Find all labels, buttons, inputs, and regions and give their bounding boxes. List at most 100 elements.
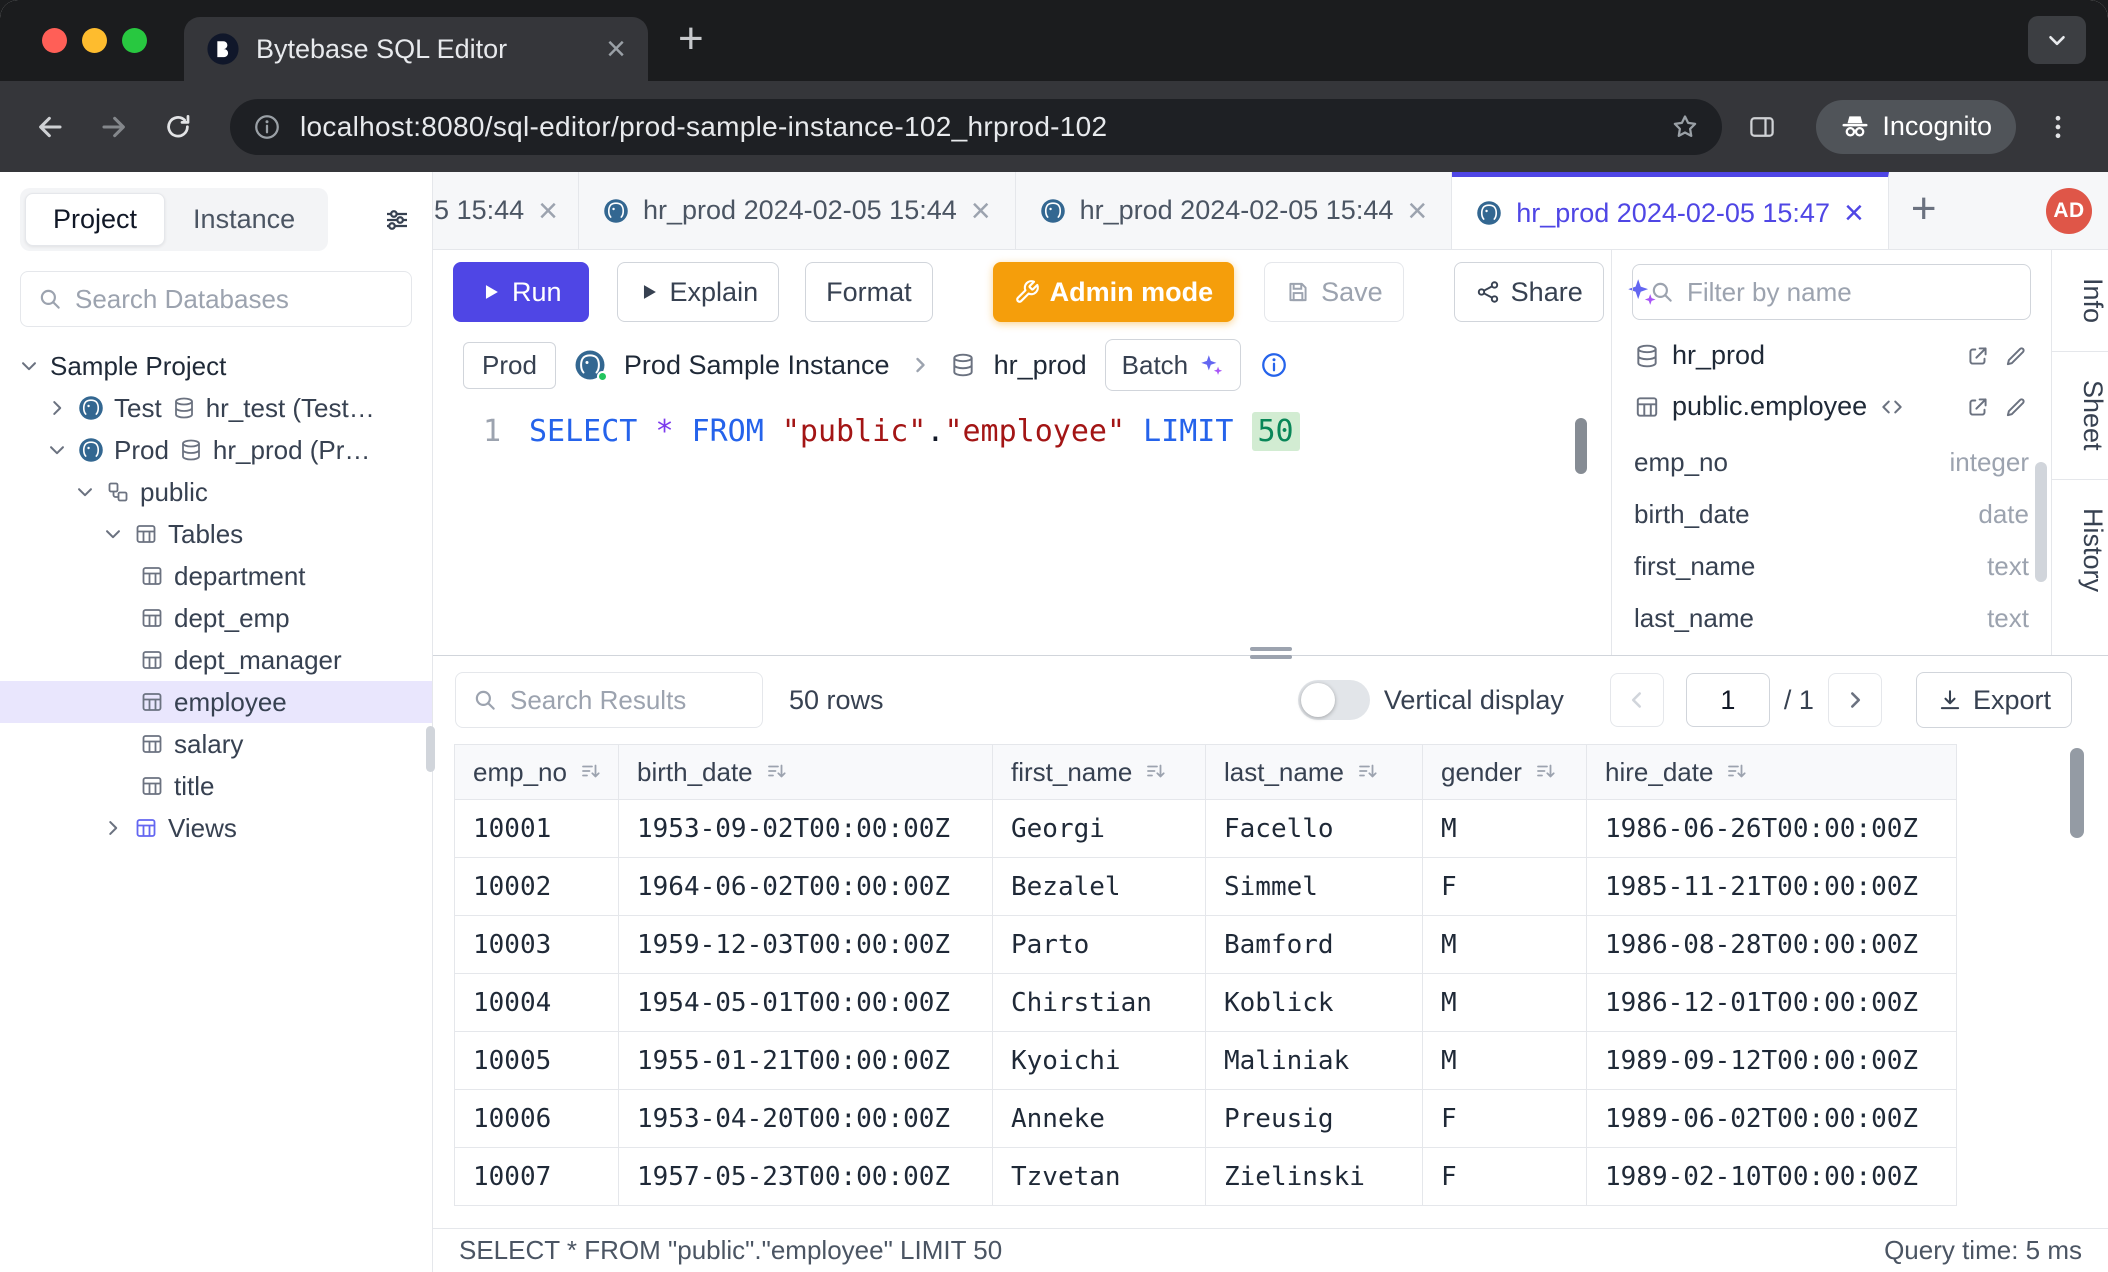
panel-filter[interactable] [1632, 264, 2031, 320]
panel-resize-handle[interactable] [1250, 647, 1292, 659]
vertical-display-toggle[interactable] [1298, 680, 1370, 720]
database-name[interactable]: hr_prod [994, 350, 1087, 381]
page-number-input[interactable] [1686, 673, 1770, 727]
tree-item-table-employee[interactable]: employee [0, 681, 432, 723]
save-button[interactable]: Save [1264, 262, 1404, 322]
results-search[interactable] [455, 672, 763, 728]
sql-editor[interactable]: 1 SELECT * FROM "public"."employee" LIMI… [433, 396, 1611, 655]
column-header-emp_no[interactable]: emp_no [455, 745, 619, 799]
table-row[interactable]: 100011953-09-02T00:00:00ZGeorgiFacelloM1… [455, 799, 1956, 857]
side-panel-button[interactable] [1736, 101, 1788, 153]
url-bar[interactable]: localhost:8080/sql-editor/prod-sample-in… [230, 99, 1722, 155]
column-header-birth_date[interactable]: birth_date [619, 745, 993, 799]
sheet-tab-1[interactable]: 5 15:44 × [433, 172, 579, 249]
forward-button[interactable] [88, 101, 140, 153]
window-close-button[interactable] [42, 28, 67, 53]
external-link-icon[interactable] [1965, 343, 1991, 369]
user-avatar[interactable]: AD [2046, 188, 2092, 234]
sort-icon[interactable] [765, 760, 789, 784]
tree-item-table-dept-manager[interactable]: dept_manager [0, 639, 432, 681]
next-page-button[interactable] [1828, 673, 1882, 727]
tab-search-button[interactable] [2028, 16, 2086, 64]
close-icon[interactable]: × [1407, 194, 1427, 228]
site-info-icon[interactable] [252, 112, 282, 142]
tree-item-tables[interactable]: Tables [0, 513, 432, 555]
table-row[interactable]: 100061953-04-20T00:00:00ZAnnekePreusigF1… [455, 1089, 1956, 1147]
column-header-gender[interactable]: gender [1423, 745, 1587, 799]
table-row[interactable]: 100041954-05-01T00:00:00ZChirstianKoblic… [455, 973, 1956, 1031]
close-icon[interactable]: × [538, 194, 558, 228]
sheet-tab-4-active[interactable]: hr_prod 2024-02-05 15:47 × [1452, 172, 1889, 249]
connection-info-icon[interactable] [1259, 350, 1289, 380]
edit-icon[interactable] [2003, 343, 2029, 369]
panel-column-row[interactable]: first_nametext [1634, 540, 2029, 592]
tree-item-views[interactable]: Views [0, 807, 432, 849]
panel-column-row[interactable]: last_nametext [1634, 592, 2029, 644]
rail-tab-history[interactable]: History [2052, 480, 2108, 620]
panel-table-row[interactable]: public.employee [1612, 381, 2051, 432]
share-button[interactable]: Share [1454, 262, 1604, 322]
environment-chip[interactable]: Prod [463, 342, 556, 389]
new-sheet-button[interactable]: + [1911, 184, 1937, 234]
sidebar-resize-handle[interactable] [426, 726, 435, 772]
results-search-input[interactable] [510, 685, 746, 716]
column-header-hire_date[interactable]: hire_date [1587, 745, 1958, 799]
browser-menu-button[interactable] [2032, 101, 2084, 153]
edit-icon[interactable] [2003, 394, 2029, 420]
prev-page-button[interactable] [1610, 673, 1664, 727]
table-row[interactable]: 100051955-01-21T00:00:00ZKyoichiMaliniak… [455, 1031, 1956, 1089]
rail-tab-info[interactable]: Info [2052, 250, 2108, 352]
admin-mode-button[interactable]: Admin mode [993, 262, 1235, 322]
rail-tab-sheet[interactable]: Sheet [2052, 352, 2108, 480]
database-search[interactable] [20, 271, 412, 327]
tree-item-schema-public[interactable]: public [0, 471, 432, 513]
back-button[interactable] [24, 101, 76, 153]
column-header-first_name[interactable]: first_name [993, 745, 1206, 799]
sort-icon[interactable] [1534, 760, 1558, 784]
tree-item-table-dept-emp[interactable]: dept_emp [0, 597, 432, 639]
sheet-tab-2[interactable]: hr_prod 2024-02-05 15:44 × [579, 172, 1016, 249]
instance-name[interactable]: Prod Sample Instance [624, 350, 890, 381]
tree-item-table-department[interactable]: department [0, 555, 432, 597]
explain-button[interactable]: Explain [617, 262, 780, 322]
filter-settings-icon[interactable] [382, 205, 412, 235]
table-row[interactable]: 100071957-05-23T00:00:00ZTzvetanZielinsk… [455, 1147, 1956, 1205]
close-icon[interactable]: × [971, 194, 991, 228]
table-row[interactable]: 100031959-12-03T00:00:00ZPartoBamfordM19… [455, 915, 1956, 973]
new-tab-button[interactable]: + [678, 14, 704, 64]
export-button[interactable]: Export [1916, 672, 2072, 728]
tree-item-project[interactable]: Sample Project [0, 345, 432, 387]
batch-button[interactable]: Batch [1105, 339, 1242, 391]
tree-item-table-salary[interactable]: salary [0, 723, 432, 765]
panel-column-row[interactable]: birth_datedate [1634, 488, 2029, 540]
code-icon[interactable] [1879, 394, 1905, 420]
sort-icon[interactable] [1356, 760, 1380, 784]
window-zoom-button[interactable] [122, 28, 147, 53]
tab-project[interactable]: Project [25, 193, 165, 246]
panel-scrollbar[interactable] [2035, 462, 2047, 582]
bookmark-star-icon[interactable] [1670, 112, 1700, 142]
reload-button[interactable] [152, 101, 204, 153]
column-header-last_name[interactable]: last_name [1206, 745, 1423, 799]
sheet-tab-3[interactable]: hr_prod 2024-02-05 15:44 × [1016, 172, 1453, 249]
editor-scrollbar[interactable] [1575, 418, 1587, 474]
panel-filter-input[interactable] [1687, 277, 2014, 308]
tree-item-table-title[interactable]: title [0, 765, 432, 807]
tab-instance[interactable]: Instance [165, 193, 323, 246]
panel-column-row[interactable]: emp_nointeger [1634, 436, 2029, 488]
format-button[interactable]: Format [805, 262, 933, 322]
external-link-icon[interactable] [1965, 394, 1991, 420]
sort-icon[interactable] [579, 760, 603, 784]
tree-item-instance-test[interactable]: Test hr_test (Test… [0, 387, 432, 429]
close-icon[interactable]: × [1844, 196, 1864, 230]
panel-database-row[interactable]: hr_prod [1612, 330, 2051, 381]
tree-item-instance-prod[interactable]: Prod hr_prod (Pr… [0, 429, 432, 471]
sort-icon[interactable] [1725, 760, 1749, 784]
tab-close-icon[interactable]: × [606, 32, 626, 66]
window-minimize-button[interactable] [82, 28, 107, 53]
database-search-input[interactable] [75, 284, 395, 315]
results-scrollbar[interactable] [2070, 748, 2084, 838]
browser-tab[interactable]: Bytebase SQL Editor × [184, 17, 648, 81]
run-button[interactable]: Run [453, 262, 589, 322]
sort-icon[interactable] [1144, 760, 1168, 784]
